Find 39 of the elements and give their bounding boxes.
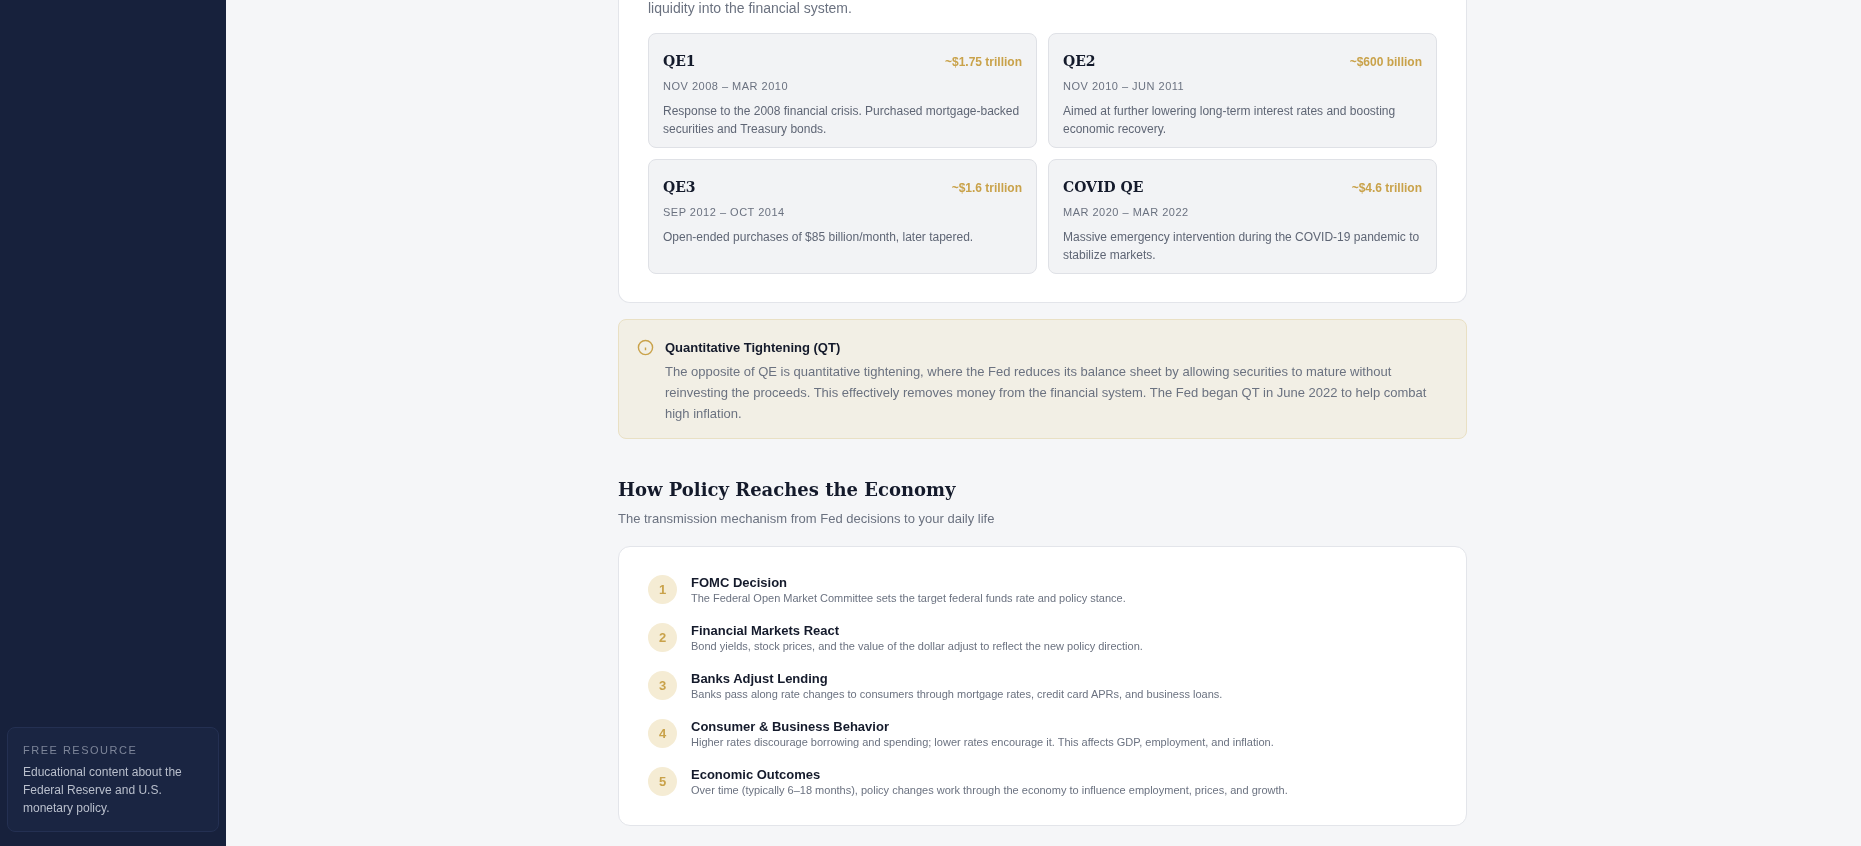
step-number: 3 [648,671,677,700]
intro-text: liquidity into the financial system. [648,0,853,16]
program-dates: MAR 2020 – MAR 2022 [1063,205,1190,220]
program-amount: ~$1.6 trillion [951,180,1022,197]
program-name: QE2 [1063,52,1096,71]
callout-text: The opposite of QE is quantitative tightening, where the Fed reduces its balance sheet by allowing securities to mature without reinvesting the proceeds. This effectively removes money from the financial system. The Fed began QT in June 2022 to help combat high inflation. [665,362,1428,423]
program-dates: SEP 2012 – OCT 2014 [663,205,786,220]
step-title: FOMC Decision [691,573,789,591]
section-subtitle: The transmission mechanism from Fed decisions to your daily life [618,510,996,528]
program-amount: ~$4.6 trillion [1351,180,1422,197]
step-number: 5 [648,767,677,796]
program-name: COVID QE [1063,178,1144,197]
step-title: Economic Outcomes [691,765,822,783]
program-description: Aimed at further lowering long-term interest rates and boosting economic recovery. [1063,102,1397,138]
program-amount: ~$600 billion [1349,54,1422,71]
step-description: The Federal Open Market Committee sets the target federal funds rate and policy stance. [691,590,1126,606]
program-amount: ~$1.75 trillion [944,54,1022,71]
step-title: Consumer & Business Behavior [691,717,890,735]
section-title: How Policy Reaches the Economy [618,478,957,502]
step-description: Higher rates discourage borrowing and spending; lower rates encourage it. This affects GDP, employment, and inflation. [691,734,1274,750]
program-description: Open-ended purchases of $85 billion/month, later tapered. [663,228,975,246]
step-number: 2 [648,623,677,652]
step-description: Bond yields, stock prices, and the value of the dollar adjust to reflect the new policy direction. [691,638,1143,654]
program-dates: NOV 2010 – JUN 2011 [1063,79,1186,94]
program-description: Massive emergency intervention during the COVID-19 pandemic to stabilize markets. [1063,228,1421,264]
step-title: Banks Adjust Lending [691,669,829,687]
program-name: QE3 [663,178,696,197]
resource-label: FREE RESOURCE [23,742,139,758]
step-description: Over time (typically 6–18 months), policy changes work through the economy to influence employment, prices, and growth. [691,782,1288,798]
step-number: 1 [648,575,677,604]
step-description: Banks pass along rate changes to consumers through mortgage rates, credit card APRs, and business loans. [691,686,1223,702]
step-number: 4 [648,719,677,748]
info-icon [637,339,654,356]
resource-text: Educational content about the Federal Reserve and U.S. monetary policy. [23,764,183,817]
step-title: Financial Markets React [691,621,841,639]
program-description: Response to the 2008 financial crisis. Purchased mortgage-backed securities and Treasury bonds. [663,102,1021,138]
program-dates: NOV 2008 – MAR 2010 [663,79,790,94]
callout-title: Quantitative Tightening (QT) [665,339,842,357]
program-name: QE1 [663,52,696,71]
